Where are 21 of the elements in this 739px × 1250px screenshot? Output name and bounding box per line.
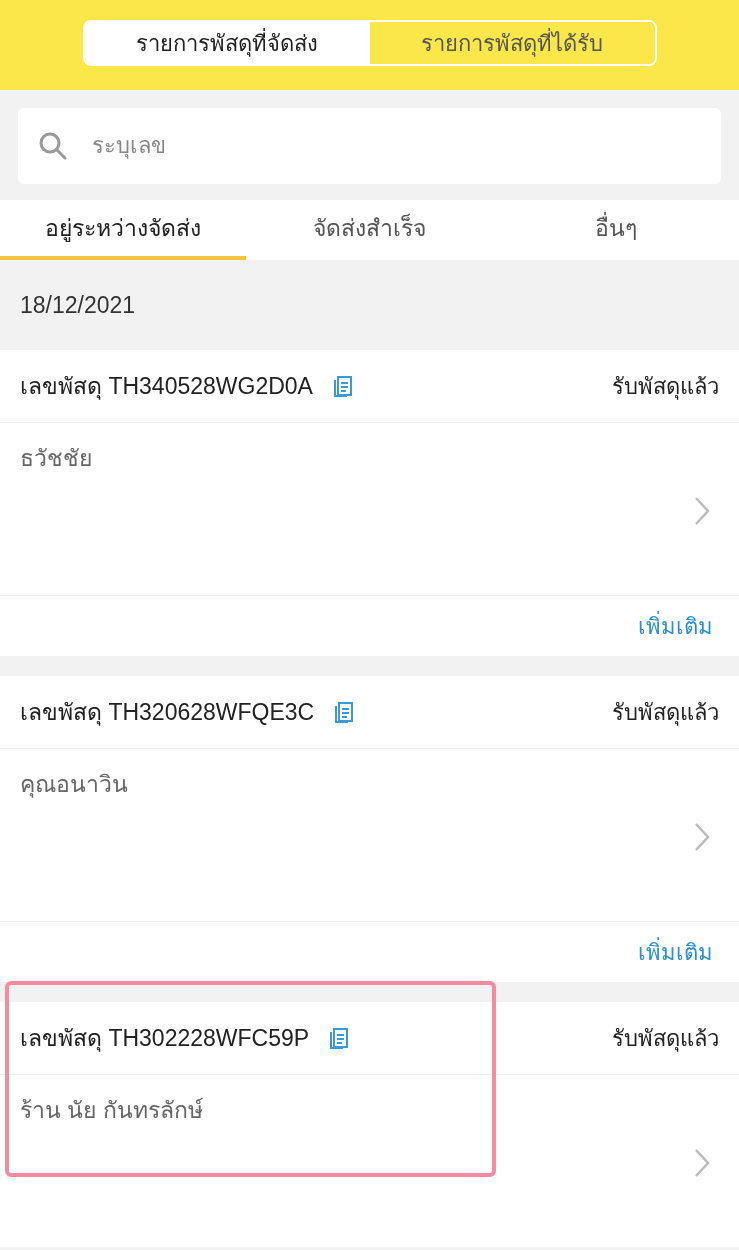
tracking-number: เลขพัสดุ TH340528WG2D0A [20, 371, 313, 402]
status-tab[interactable]: อยู่ระหว่างจัดส่ง [0, 200, 246, 260]
chevron-icon[interactable] [693, 821, 711, 853]
date-label: 18/12/2021 [20, 290, 136, 320]
status-tab[interactable]: จัดส่งสำเร็จ [246, 200, 493, 260]
more-link[interactable]: เพิ่มเติม [638, 935, 713, 969]
chevron-icon[interactable] [693, 495, 711, 527]
status-label: รับพัสดุแล้ว [612, 1024, 719, 1054]
status-tab[interactable]: อื่นๆ [492, 200, 739, 260]
search-field[interactable]: ระบุเลข [18, 108, 721, 184]
tracking-number: เลขพัสดุ TH320628WFQE3C [20, 697, 315, 728]
status-label: รับพัสดุแล้ว [612, 698, 719, 728]
status-label: รับพัสดุแล้ว [612, 372, 719, 402]
segment-tab[interactable]: รายการพัสดุที่จัดส่ง [84, 22, 370, 64]
recipient-name: คุณอนาวิน [20, 771, 128, 797]
search-icon [38, 131, 68, 161]
chevron-icon[interactable] [693, 1147, 711, 1179]
recipient-name: ธวัชชัย [20, 445, 92, 471]
tracking-number: เลขพัสดุ TH302228WFC59P [20, 1023, 310, 1054]
recipient-name: ร้าน นัย กันทรลักษ์ [20, 1097, 203, 1123]
more-link[interactable]: เพิ่มเติม [638, 609, 713, 643]
